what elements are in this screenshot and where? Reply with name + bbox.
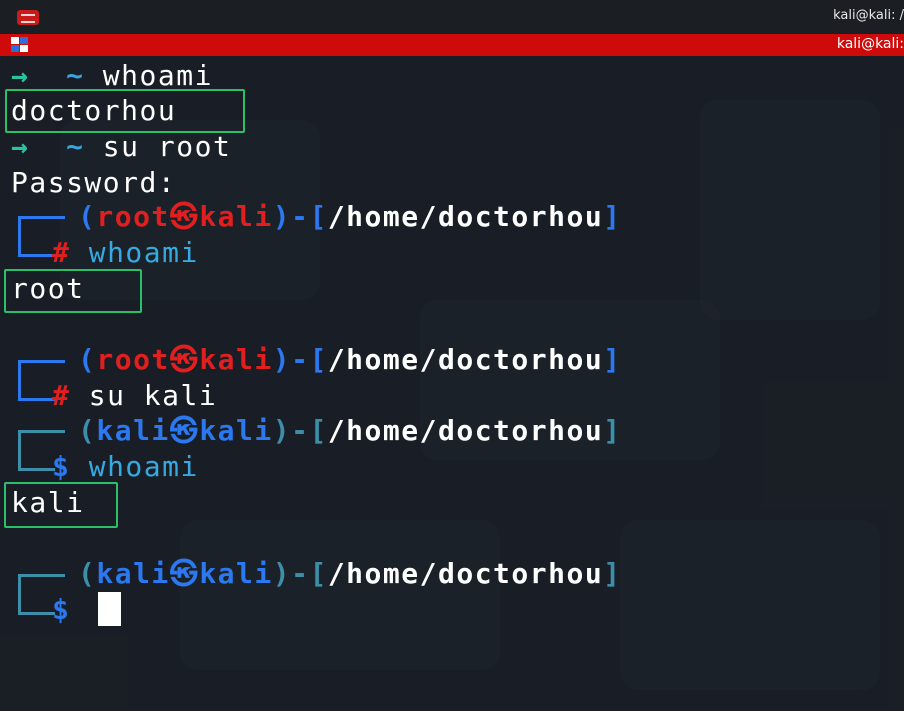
password-prompt: Password: <box>11 166 177 199</box>
at-icon: ㉿ <box>169 557 200 590</box>
kali-prompt-header-1: (kali㉿kali)-[/home/doctorhou] <box>78 414 622 447</box>
prompt-frame-bottom <box>18 594 55 615</box>
at-icon: ㉿ <box>169 414 200 447</box>
root-command-line-2: # su kali <box>52 379 218 412</box>
highlight-box-root <box>4 269 142 313</box>
terminal-cursor[interactable] <box>98 592 121 626</box>
prompt-frame-bottom <box>18 236 55 257</box>
terminal-tab-bar: kali@kali: <box>0 34 904 56</box>
prompt-frame-bottom <box>18 380 55 401</box>
prompt-frame-bottom <box>18 450 55 471</box>
root-prompt-header-1: (root㉿kali)-[/home/doctorhou] <box>78 200 622 233</box>
prompt-arrow: → <box>11 130 30 163</box>
command-text: su root <box>102 130 232 163</box>
window-title: kali@kali: / <box>833 8 904 23</box>
root-prompt-header-2: (root㉿kali)-[/home/doctorhou] <box>78 343 622 376</box>
window-titlebar: kali@kali: / <box>0 0 904 34</box>
prompt-arrow: → <box>11 59 30 92</box>
highlight-box-kali <box>4 482 118 528</box>
terminal-app-icon[interactable] <box>17 10 39 25</box>
kali-command-line-1: $ whoami <box>52 450 199 483</box>
at-icon: ㉿ <box>169 343 200 376</box>
prompt-dir: ~ <box>66 59 85 92</box>
tab-split-icon[interactable] <box>11 37 29 53</box>
kali-prompt-header-2: (kali㉿kali)-[/home/doctorhou] <box>78 557 622 590</box>
at-icon: ㉿ <box>169 200 200 233</box>
root-command-line-1: # whoami <box>52 236 199 269</box>
command-line-2: → ~ su root <box>11 129 231 165</box>
highlight-box-doctorhou <box>5 89 245 133</box>
tab-title: kali@kali: <box>836 36 904 52</box>
command-text: whoami <box>102 59 213 92</box>
kali-prompt-input-line: $ <box>52 593 71 626</box>
prompt-dir: ~ <box>66 130 85 163</box>
